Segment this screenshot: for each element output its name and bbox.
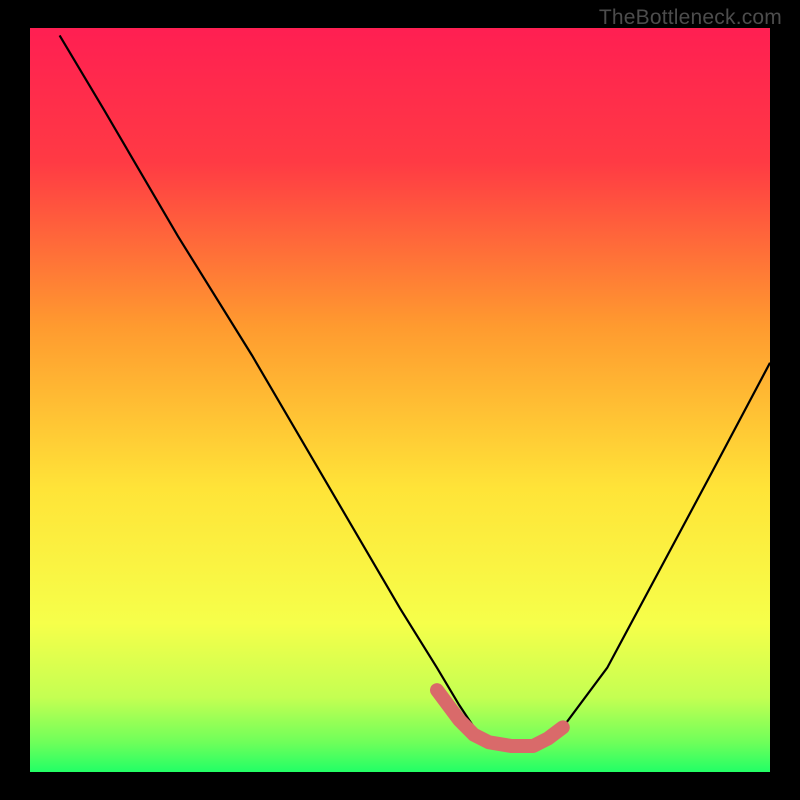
- bottleneck-chart: [0, 0, 800, 800]
- gradient-background: [30, 28, 770, 772]
- chart-stage: TheBottleneck.com: [0, 0, 800, 800]
- watermark-text: TheBottleneck.com: [599, 6, 782, 30]
